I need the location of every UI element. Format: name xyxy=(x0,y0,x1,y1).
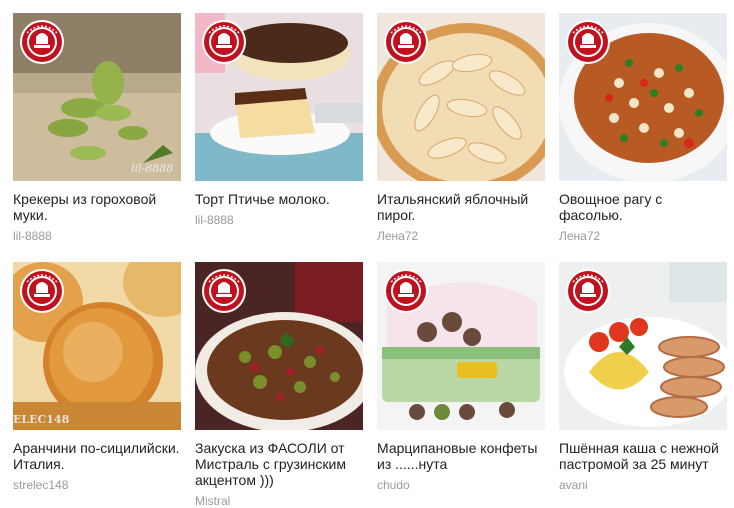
recipe-card: Овощное рагу с фасолью. Лена72 xyxy=(559,13,727,243)
recipe-title[interactable]: Овощное рагу с фасолью. xyxy=(559,191,727,223)
image-watermark: lil-8888 xyxy=(131,162,174,175)
recipe-image[interactable] xyxy=(559,262,727,430)
recipe-author[interactable]: strelec148 xyxy=(13,478,181,492)
recipe-card: Закуска из ФАСОЛИ от Мистраль с грузинск… xyxy=(195,262,363,508)
recipe-author[interactable]: lil-8888 xyxy=(13,229,181,243)
recipe-card: ELEC148 Аранчини по-сицилийски. Италия. … xyxy=(13,262,181,492)
recipe-image[interactable] xyxy=(559,13,727,181)
recipe-card: lil-8888 Крекеры из гороховой муки. lil-… xyxy=(13,13,181,243)
recipe-title[interactable]: Торт Птичье молоко. xyxy=(195,191,363,207)
recipe-author[interactable]: Лена72 xyxy=(377,229,545,243)
image-watermark: ELEC148 xyxy=(13,413,70,426)
recipe-author[interactable]: chudo xyxy=(377,478,545,492)
recipe-image[interactable]: ELEC148 xyxy=(13,262,181,430)
club-badge-icon xyxy=(383,268,429,314)
recipe-title[interactable]: Закуска из ФАСОЛИ от Мистраль с грузинск… xyxy=(195,440,363,488)
recipe-image[interactable] xyxy=(377,262,545,430)
club-badge-icon xyxy=(565,268,611,314)
recipe-card: Марципановые конфеты из ......нута chudo xyxy=(377,262,545,492)
recipe-image[interactable]: lil-8888 xyxy=(13,13,181,181)
club-badge-icon xyxy=(19,19,65,65)
recipe-author[interactable]: Mistral xyxy=(195,494,363,508)
recipe-card: Итальянский яблочный пирог. Лена72 xyxy=(377,13,545,243)
recipe-image[interactable] xyxy=(377,13,545,181)
club-badge-icon xyxy=(383,19,429,65)
recipe-title[interactable]: Аранчини по-сицилийски. Италия. xyxy=(13,440,181,472)
club-badge-icon xyxy=(19,268,65,314)
recipe-card: Пшённая каша с нежной пастромой за 25 ми… xyxy=(559,262,727,492)
recipe-title[interactable]: Марципановые конфеты из ......нута xyxy=(377,440,545,472)
recipe-author[interactable]: lil-8888 xyxy=(195,213,363,227)
recipe-author[interactable]: avani xyxy=(559,478,727,492)
club-badge-icon xyxy=(565,19,611,65)
club-badge-icon xyxy=(201,19,247,65)
recipe-title[interactable]: Пшённая каша с нежной пастромой за 25 ми… xyxy=(559,440,727,472)
recipe-image[interactable] xyxy=(195,13,363,181)
recipe-card: Торт Птичье молоко. lil-8888 xyxy=(195,13,363,227)
club-badge-icon xyxy=(201,268,247,314)
recipe-title[interactable]: Итальянский яблочный пирог. xyxy=(377,191,545,223)
recipe-author[interactable]: Лена72 xyxy=(559,229,727,243)
recipe-title[interactable]: Крекеры из гороховой муки. xyxy=(13,191,181,223)
recipe-image[interactable] xyxy=(195,262,363,430)
